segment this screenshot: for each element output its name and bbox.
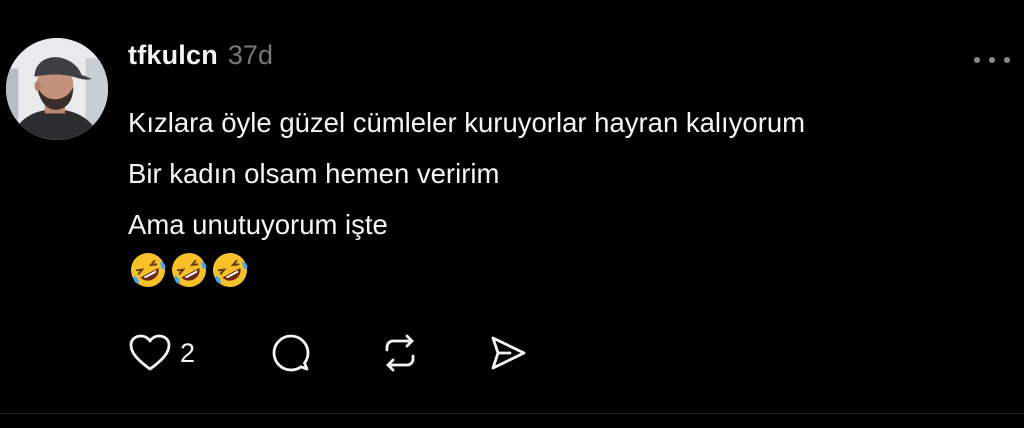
reply-button[interactable]: [271, 330, 311, 376]
post-line: Kızlara öyle güzel cümleler kuruyorlar h…: [128, 107, 806, 138]
share-button[interactable]: [488, 330, 528, 376]
like-count: 2: [180, 337, 196, 368]
more-dot: [989, 57, 995, 63]
avatar[interactable]: [6, 38, 108, 140]
action-bar: 2: [128, 330, 528, 376]
rolling-laughing-emoji-icon: [172, 253, 207, 287]
post-header: tfkulcn 37d: [128, 40, 273, 80]
rolling-laughing-emoji-icon: [131, 253, 166, 287]
post-line: Ama unutuyorum işte: [128, 209, 388, 240]
username[interactable]: tfkulcn: [128, 40, 218, 71]
send-icon: [491, 336, 526, 370]
like-button[interactable]: 2: [128, 330, 218, 376]
more-dot: [1004, 57, 1010, 63]
more-horizontal-icon[interactable]: [974, 52, 1010, 68]
heart-icon: [129, 334, 171, 371]
more-dot: [974, 57, 980, 63]
post-body: Kızlara öyle güzel cümleler kuruyorlar h…: [128, 97, 805, 250]
comment-icon: [272, 334, 310, 372]
emoji-row: [128, 250, 250, 290]
post: tfkulcn 37d Kızlara öyle güzel cümleler …: [0, 0, 1024, 428]
repost-button[interactable]: [380, 330, 420, 376]
post-line: Bir kadın olsam hemen veririm: [128, 158, 500, 189]
divider: [0, 413, 1024, 414]
post-time: 37d: [227, 40, 273, 70]
repost-icon: [385, 334, 415, 372]
avatar-photo: [6, 38, 108, 140]
rolling-laughing-emoji-icon: [213, 253, 248, 287]
